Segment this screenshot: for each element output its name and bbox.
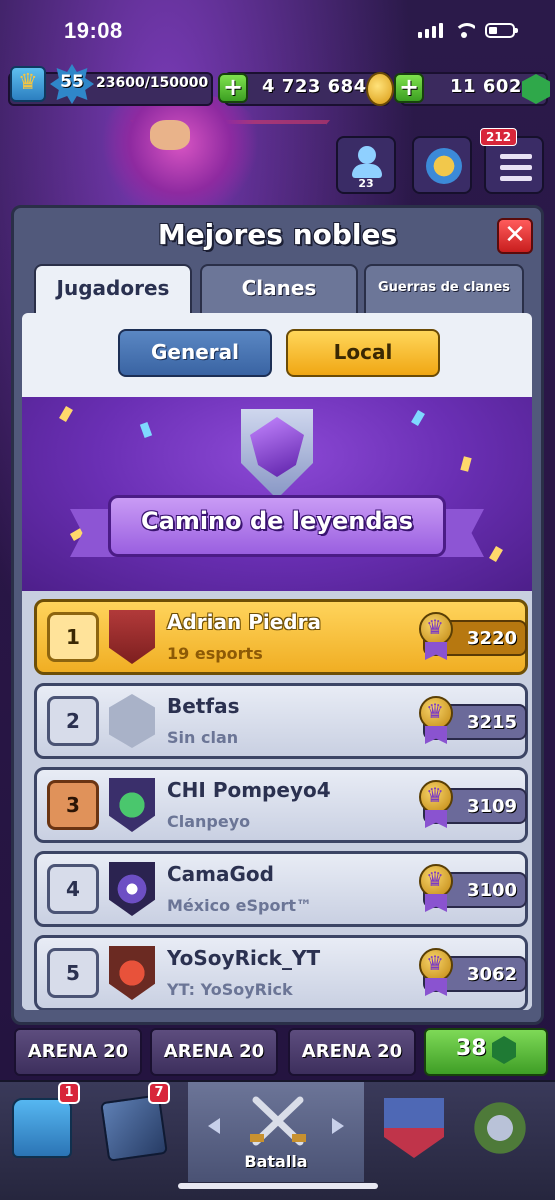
resource-bar: 55 23600/150000 + 4 723 684 + 11 602 xyxy=(8,64,550,110)
gems-amount: 11 602 xyxy=(450,76,522,97)
banner-title: Camino de leyendas xyxy=(141,507,413,535)
clan-badge-icon xyxy=(109,610,155,664)
legend-medal-icon xyxy=(417,780,455,830)
clan-name: México eSport™ xyxy=(167,896,312,915)
confetti-decoration xyxy=(460,456,472,472)
gold-amount: 4 723 684 xyxy=(262,76,367,97)
friends-icon xyxy=(358,146,376,164)
menu-notification-badge: 212 xyxy=(480,128,518,146)
score-value: 3109 xyxy=(466,796,518,817)
tab-jugadores[interactable]: Jugadores xyxy=(34,264,192,318)
tab-bar: Jugadores Clanes Guerras de clanes xyxy=(34,264,524,318)
clan-badge-icon xyxy=(109,862,155,916)
clan-name: Clanpeyo xyxy=(167,812,251,831)
confetti-decoration xyxy=(411,409,425,427)
score-value: 3062 xyxy=(466,964,518,985)
path-of-legends-banner: Camino de leyendas xyxy=(22,397,532,591)
nav-active-label: Batalla xyxy=(244,1152,308,1171)
wifi-icon xyxy=(453,22,475,38)
friends-count: 23 xyxy=(358,177,374,190)
confetti-decoration xyxy=(139,422,153,438)
add-gold-button[interactable]: + xyxy=(218,73,248,103)
events-laurel-icon[interactable] xyxy=(470,1098,530,1158)
clan-name: 19 esports xyxy=(167,644,263,663)
player-name: Betfas xyxy=(167,694,240,718)
chest-icon[interactable] xyxy=(12,1098,72,1158)
score-value: 3100 xyxy=(466,880,518,901)
score-value: 3220 xyxy=(466,628,518,649)
battery-icon xyxy=(485,22,518,38)
tab-clanes[interactable]: Clanes xyxy=(200,264,358,314)
clan-button[interactable] xyxy=(412,136,472,194)
add-gems-button[interactable]: + xyxy=(394,73,424,103)
legend-medal-icon xyxy=(417,948,455,998)
local-filter-button[interactable]: Local xyxy=(286,329,440,377)
player-name: Adrian Piedra xyxy=(167,610,321,634)
legend-medal-icon xyxy=(417,612,455,662)
rank-number: 1 xyxy=(47,612,99,662)
status-icons xyxy=(418,22,518,38)
leaderboard-modal: Mejores nobles ✕ Jugadores Clanes Guerra… xyxy=(11,205,544,1025)
cellular-signal-icon xyxy=(418,22,443,38)
clan-name: YT: YoSoyRick xyxy=(167,980,293,999)
clan-badge-icon xyxy=(109,946,155,1000)
legend-medal-icon xyxy=(417,696,455,746)
hero-character-art xyxy=(95,95,265,215)
arena-card[interactable]: ARENA 20 xyxy=(288,1028,416,1076)
player-name: YoSoyRick_YT xyxy=(167,946,321,970)
chevron-right-icon[interactable] xyxy=(332,1118,344,1134)
arena-card[interactable]: ARENA 20 xyxy=(14,1028,142,1076)
friends-button[interactable]: 23 xyxy=(336,136,396,194)
modal-title: Mejores nobles xyxy=(157,218,398,251)
rank-number: 3 xyxy=(47,780,99,830)
chevron-left-icon[interactable] xyxy=(208,1118,220,1134)
clan-shield-icon[interactable] xyxy=(384,1098,444,1158)
ranking-row[interactable]: 5 YoSoyRick_YT YT: YoSoyRick 3062 xyxy=(34,935,528,1010)
bottom-navigation: 1 7 Batalla xyxy=(0,1080,555,1200)
level-number: 55 xyxy=(60,72,84,92)
legend-medal-icon xyxy=(417,864,455,914)
player-name: CHI Pompeyo4 xyxy=(167,778,331,802)
clan-badge-icon xyxy=(109,778,155,832)
close-button[interactable]: ✕ xyxy=(497,218,533,254)
confetti-decoration xyxy=(59,405,73,423)
gold-coin-icon xyxy=(366,72,394,106)
hero-face-art xyxy=(150,120,190,150)
ranking-row[interactable]: 2 Betfas Sin clan 3215 xyxy=(34,683,528,759)
leaderboard-content: General Local Camino de leyendas 1 Adria… xyxy=(22,313,532,1010)
crossed-swords-icon xyxy=(250,1096,306,1146)
confetti-decoration xyxy=(489,545,503,563)
cards-badge: 7 xyxy=(148,1082,170,1104)
status-bar: 19:08 xyxy=(0,0,555,60)
status-time: 19:08 xyxy=(64,18,123,43)
ranking-row[interactable]: 4 CamaGod México eSport™ 3100 xyxy=(34,851,528,927)
tab-guerras-de-clanes[interactable]: Guerras de clanes xyxy=(364,264,524,314)
rank-number: 4 xyxy=(47,864,99,914)
reward-value: 38 xyxy=(456,1036,487,1061)
home-indicator xyxy=(178,1183,378,1189)
clan-emblem-icon xyxy=(426,148,462,184)
cards-icon[interactable] xyxy=(100,1094,168,1162)
player-name: CamaGod xyxy=(167,862,274,886)
chest-badge: 1 xyxy=(58,1082,80,1104)
ranking-list: 1 Adrian Piedra 19 esports 3220 2 Betfas… xyxy=(22,591,532,1010)
king-icon xyxy=(10,66,46,102)
ranking-row[interactable]: 1 Adrian Piedra 19 esports 3220 xyxy=(34,599,528,675)
arena-card[interactable]: ARENA 20 xyxy=(150,1028,278,1076)
rank-number: 2 xyxy=(47,696,99,746)
no-clan-badge-icon xyxy=(109,694,155,748)
score-value: 3215 xyxy=(466,712,518,733)
rank-number: 5 xyxy=(47,948,99,998)
general-filter-button[interactable]: General xyxy=(118,329,272,377)
xp-progress: 23600/150000 xyxy=(96,75,209,91)
ranking-row[interactable]: 3 CHI Pompeyo4 Clanpeyo 3109 xyxy=(34,767,528,843)
clan-name: Sin clan xyxy=(167,728,239,747)
